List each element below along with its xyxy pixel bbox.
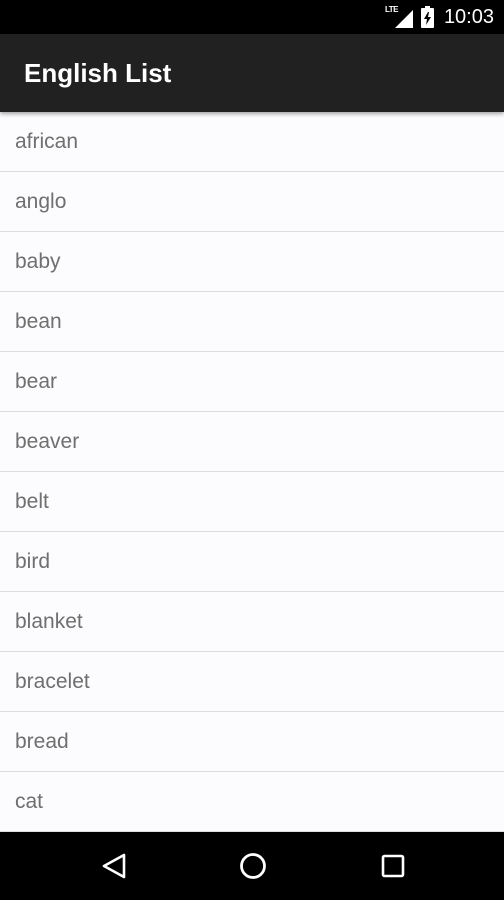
page-title: English List (24, 58, 172, 88)
list-item[interactable]: baby (0, 232, 504, 292)
list-item-label: beaver (15, 429, 80, 453)
list-item-label: bracelet (15, 669, 90, 693)
home-icon (240, 853, 266, 879)
list-item-label: bread (15, 729, 69, 753)
list-item[interactable]: bean (0, 292, 504, 352)
list-item[interactable]: belt (0, 472, 504, 532)
status-bar: LTE 10:03 (0, 0, 504, 34)
list-item[interactable]: blanket (0, 592, 504, 652)
status-icons: LTE 10:03 (385, 0, 494, 34)
list-item[interactable]: cat (0, 772, 504, 832)
list-item[interactable]: bird (0, 532, 504, 592)
list-item[interactable]: bear (0, 352, 504, 412)
recents-button[interactable] (376, 849, 410, 883)
list-item[interactable]: anglo (0, 172, 504, 232)
app-bar: English List (0, 34, 504, 112)
list-item-label: bear (15, 369, 58, 393)
home-button[interactable] (236, 849, 270, 883)
list-item-label: african (15, 129, 79, 153)
list-item-label: baby (15, 249, 61, 273)
clock: 10:03 (443, 5, 494, 28)
list-item-label: anglo (15, 189, 67, 213)
signal-indicator: LTE (385, 5, 413, 29)
list-item[interactable]: bread (0, 712, 504, 772)
back-icon (102, 853, 126, 879)
navigation-bar (0, 832, 504, 900)
list-item[interactable]: bracelet (0, 652, 504, 712)
list-item-label: bird (15, 549, 51, 573)
back-button[interactable] (97, 849, 131, 883)
list-item[interactable]: beaver (0, 412, 504, 472)
list-item-label: blanket (15, 609, 83, 633)
battery-icon (420, 6, 434, 28)
list-item-label: belt (15, 489, 49, 513)
list-item[interactable]: african (0, 112, 504, 172)
word-list: african anglo baby bean bear beaver belt… (0, 112, 504, 832)
signal-icon (394, 10, 413, 28)
list-item-label: cat (15, 789, 44, 813)
list-item-label: bean (15, 309, 62, 333)
recents-icon (381, 854, 405, 878)
